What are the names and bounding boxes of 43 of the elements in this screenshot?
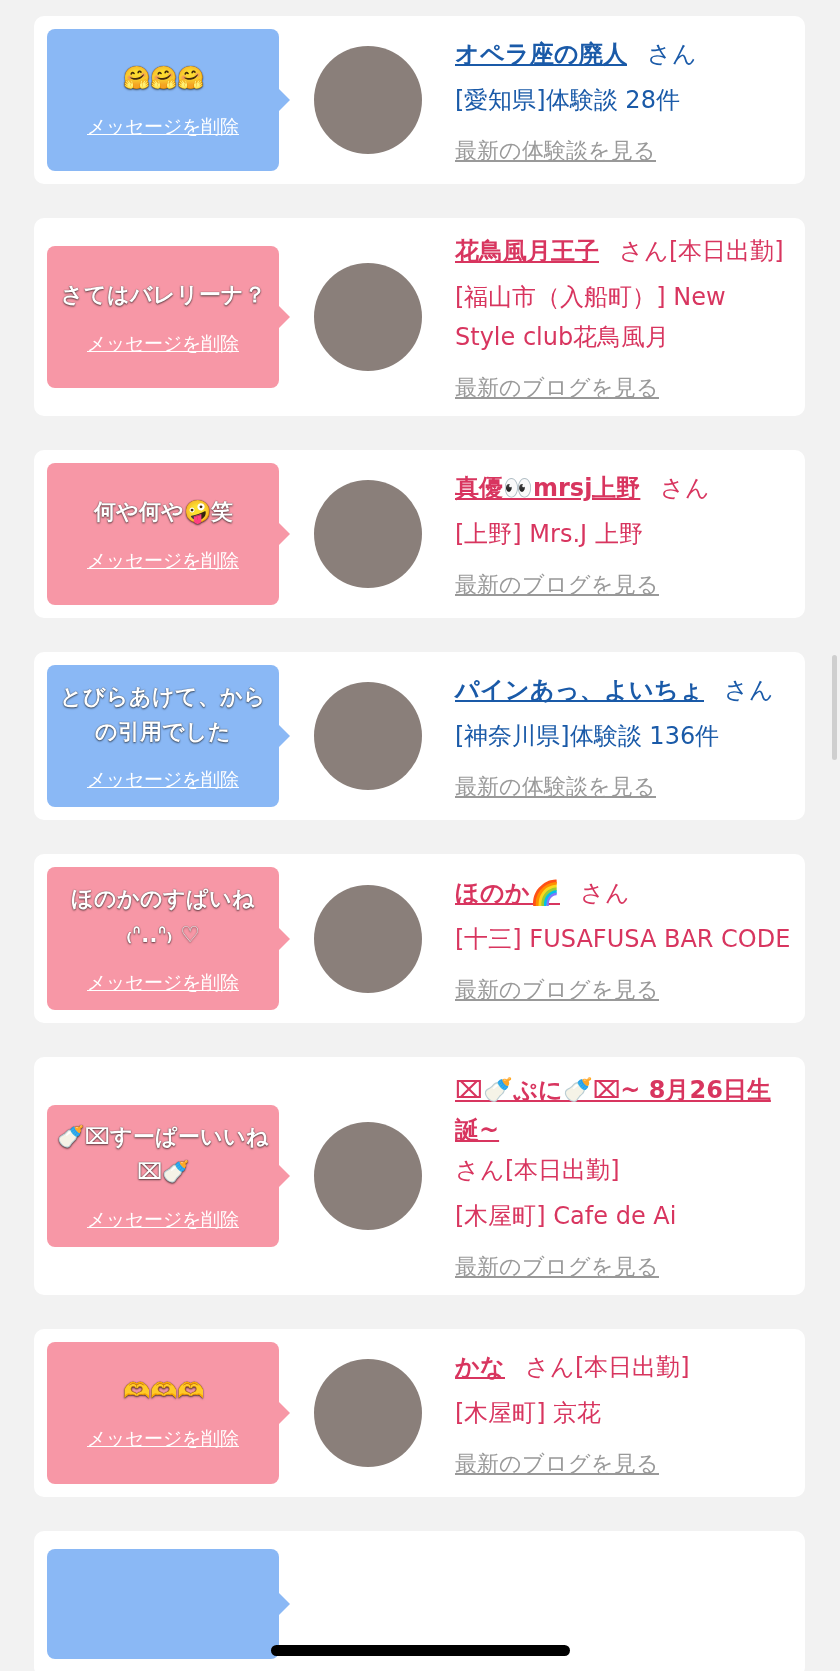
latest-post-link[interactable]: 最新のブログを見る	[455, 570, 659, 600]
latest-post-link[interactable]: 最新のブログを見る	[455, 1251, 659, 1282]
profile-name-link[interactable]: オペラ座の廃人	[455, 34, 627, 74]
profile-name-link[interactable]: 花鳥風月王子	[455, 231, 599, 271]
name-suffix: さん[本日出勤]	[525, 1352, 690, 1381]
latest-post-link[interactable]: 最新のブログを見る	[455, 373, 659, 403]
name-suffix: さん[本日出勤]	[619, 237, 784, 265]
name-suffix: さん	[660, 474, 711, 502]
profile-detail: [木屋町] Cafe de Ai	[455, 1200, 677, 1232]
delete-message-link[interactable]: メッセージを削除	[87, 767, 239, 794]
latest-post-link[interactable]: 最新の体験談を見る	[455, 772, 656, 803]
latest-post-link[interactable]: 最新のブログを見る	[455, 974, 659, 1005]
delete-message-link[interactable]: メッセージを削除	[87, 1206, 239, 1233]
message-text: 🍼⌧すーぱーいいね⌧🍼	[56, 1122, 270, 1186]
delete-message-link[interactable]: メッセージを削除	[87, 113, 239, 140]
name-suffix: さん[本日出勤]	[455, 1155, 620, 1184]
profile-name-link[interactable]: かな	[455, 1346, 505, 1387]
profile-detail: [十三] FUSAFUSA BAR CODE	[455, 923, 791, 955]
profile-name-link[interactable]: 真優👀mrsj上野	[455, 468, 641, 508]
message-text: 🫶🫶🫶	[122, 1377, 204, 1406]
profile-name-link[interactable]: ⌧🍼ぷに🍼⌧~ 8月26日生誕~	[455, 1069, 771, 1150]
message-text: ほのかのすぱいね ₍ᐢ..ᐢ₎ ♡	[70, 885, 256, 949]
name-suffix: さん	[724, 676, 774, 705]
delete-message-link[interactable]: メッセージを削除	[87, 969, 239, 996]
delete-message-link[interactable]: メッセージを削除	[87, 547, 239, 574]
message-text: 🤗🤗🤗	[122, 64, 204, 93]
message-text: さてはバレリーナ？	[60, 281, 266, 310]
name-suffix: さん	[647, 40, 697, 68]
delete-message-link[interactable]: メッセージを削除	[87, 1426, 239, 1453]
profile-name-link[interactable]: パインあっ、よいちょ	[455, 670, 704, 711]
latest-post-link[interactable]: 最新のブログを見る	[455, 1448, 659, 1479]
message-text: とびらあけて、からの引用でした	[59, 683, 267, 747]
profile-detail: [愛知県]体験談 28件	[455, 85, 680, 116]
message-text: 何や何や🤪笑	[93, 498, 233, 527]
latest-post-link[interactable]: 最新の体験談を見る	[455, 136, 656, 166]
profile-name-link[interactable]: ほのか🌈	[455, 872, 560, 913]
delete-message-link[interactable]: メッセージを削除	[87, 330, 239, 357]
profile-detail: [木屋町] 京花	[455, 1397, 602, 1429]
profile-detail: [神奈川県]体験談 136件	[455, 721, 720, 753]
profile-detail: [福山市（入船町）] New Style club花鳥風月	[455, 282, 727, 353]
profile-detail: [上野] Mrs.J 上野	[455, 519, 643, 550]
name-suffix: さん	[580, 878, 630, 907]
bubble-pointer	[279, 1592, 290, 1615]
